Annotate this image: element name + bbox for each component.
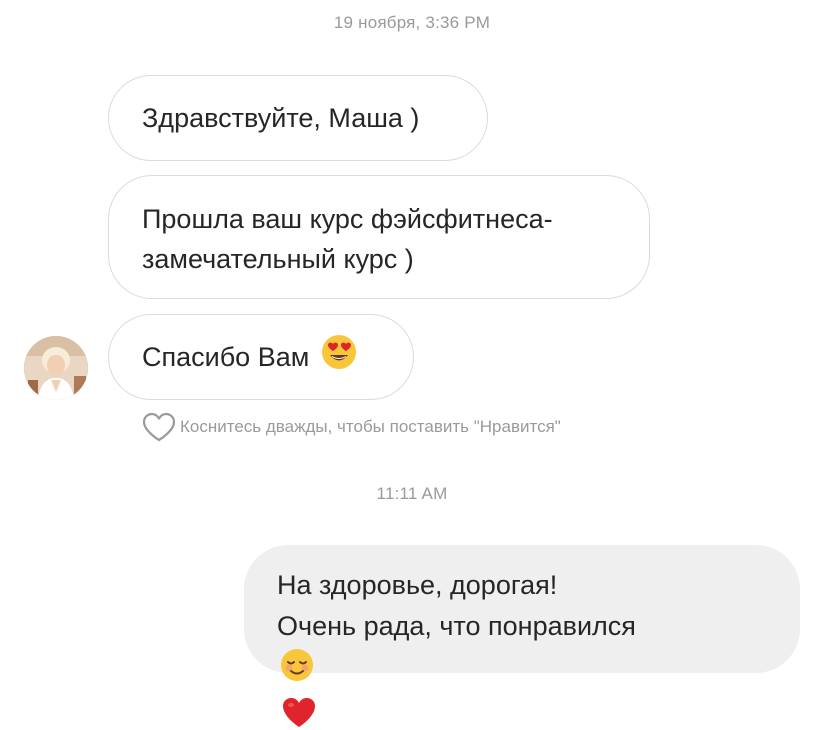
incoming-message-bubble[interactable]: Прошла ваш курс фэйсфитнеса- замечательн… [108, 175, 650, 299]
avatar-photo [24, 336, 88, 400]
message-text: Здравствуйте, Маша ) [142, 103, 420, 133]
message-text: Спасибо Вам [142, 342, 310, 372]
message-timestamp: 11:11 AM [376, 484, 448, 503]
incoming-message-bubble[interactable]: Спасибо Вам [108, 314, 414, 400]
incoming-message-bubble[interactable]: Здравствуйте, Маша ) [108, 75, 488, 161]
message-text-line: Очень рада, что понравился [277, 611, 636, 641]
heart-outline-icon[interactable] [142, 412, 176, 442]
smiling-face-icon [279, 647, 767, 695]
red-heart-icon [281, 695, 767, 730]
message-text-line: На здоровье, дорогая! [277, 570, 558, 600]
message-text-line: замечательный курс ) [142, 244, 414, 274]
dm-thread: 19 ноября, 3:36 PM Здравствуйте, Маша ) … [0, 0, 824, 730]
heart-eyes-emoji-icon [321, 334, 357, 381]
double-tap-like-hint: Коснитесь дважды, чтобы поставить "Нрави… [142, 412, 561, 442]
message-timestamp: 19 ноября, 3:36 PM [333, 13, 491, 32]
sender-avatar[interactable] [24, 336, 88, 400]
like-hint-text: Коснитесь дважды, чтобы поставить "Нрави… [180, 417, 561, 436]
outgoing-message-bubble[interactable]: На здоровье, дорогая! Очень рада, что по… [244, 545, 800, 727]
message-text-line: Прошла ваш курс фэйсфитнеса- [142, 204, 553, 234]
